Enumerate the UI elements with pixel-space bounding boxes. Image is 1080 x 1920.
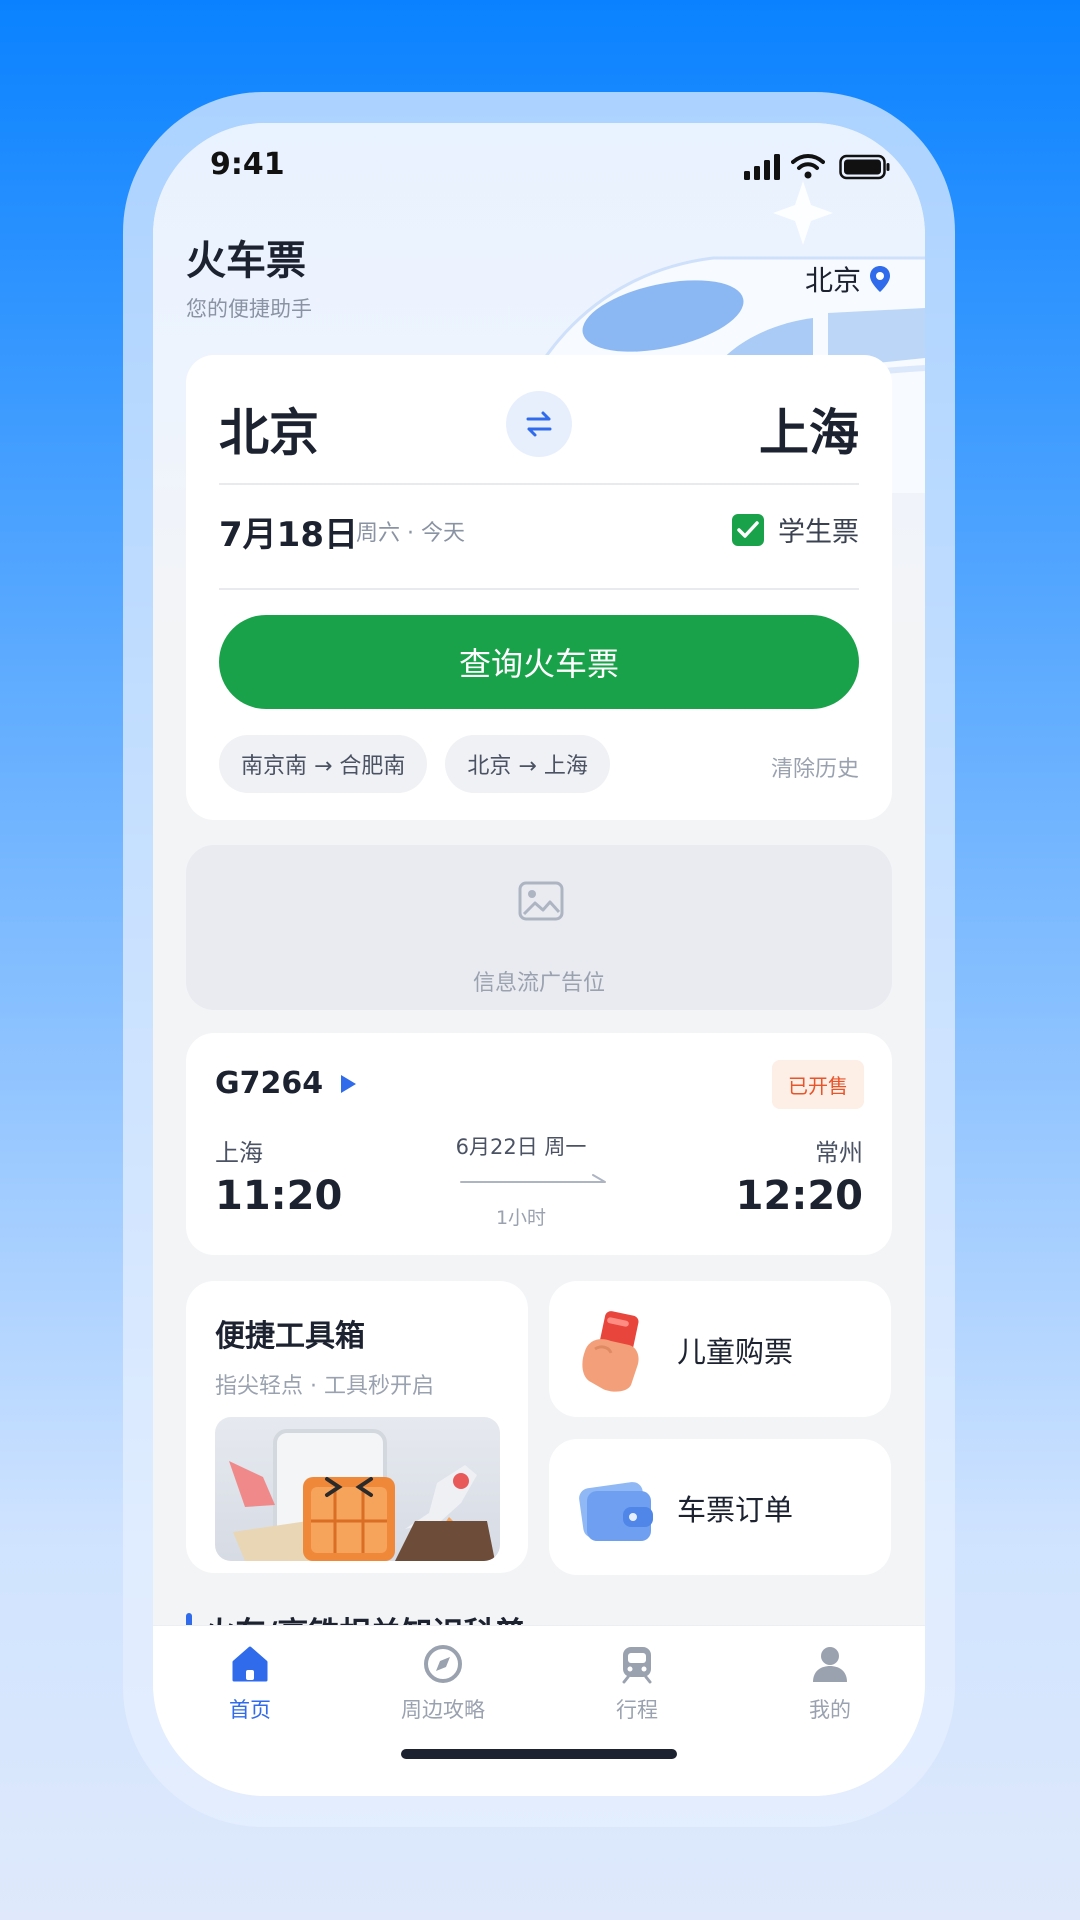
arrival-time: 12:20 (735, 1173, 863, 1219)
toolbox-art (229, 1429, 495, 1561)
tab-home[interactable]: 首页 (180, 1644, 320, 1724)
wifi-icon (791, 154, 825, 179)
wallet-icon (579, 1482, 653, 1541)
search-history: 南京南 → 合肥南 北京 → 上海 (219, 735, 610, 793)
student-ticket-toggle[interactable]: 学生票 (732, 510, 859, 549)
checkmark-icon (737, 520, 759, 538)
divider (219, 588, 859, 590)
toolbox-card[interactable]: 便捷工具箱 指尖轻点 · 工具秒开启 (186, 1281, 528, 1573)
trip-duration: 1小时 (495, 1207, 547, 1229)
page-title: 火车票 (186, 238, 306, 284)
sale-status-badge: 已开售 (772, 1060, 864, 1109)
tab-profile[interactable]: 我的 (760, 1644, 900, 1724)
user-icon (813, 1647, 847, 1682)
play-triangle-icon (341, 1074, 357, 1093)
kids-ticket-label: 儿童购票 (677, 1335, 794, 1369)
train-info-card[interactable]: G7264 已开售 上海 11:20 6月22日 周一 1小时 常州 12:20 (186, 1033, 892, 1255)
toolbox-title: 便捷工具箱 (215, 1319, 365, 1354)
tab-nearby-guide[interactable]: 周边攻略 (373, 1644, 513, 1724)
image-placeholder-icon (518, 881, 564, 921)
tab-trips[interactable]: 行程 (567, 1644, 707, 1724)
cellular-signal-icon (744, 154, 780, 180)
swap-arrows-icon (526, 411, 552, 437)
status-time: 9:41 (210, 147, 285, 182)
app-screen: 9:41 火车票 您的便捷助手 北京 北京 上海 7月18日 周六 · 今天 学… (153, 123, 925, 1796)
bottom-tab-bar: 首页 周边攻略 行程 我的 (153, 1625, 925, 1796)
battery-icon (839, 154, 890, 180)
student-ticket-label: 学生票 (778, 517, 859, 548)
train-number-label: G7264 (215, 1066, 324, 1101)
swap-cities-button[interactable] (506, 391, 572, 457)
history-chip[interactable]: 南京南 → 合肥南 (219, 735, 428, 793)
compass-icon (424, 1645, 462, 1683)
location-pin-icon (870, 266, 890, 292)
departure-station: 上海 (215, 1139, 263, 1167)
status-bar: 9:41 (153, 123, 925, 213)
tab-home-label: 首页 (229, 1698, 271, 1722)
kids-ticket-card[interactable]: 儿童购票 (549, 1281, 891, 1417)
tab-trips-label: 行程 (616, 1698, 658, 1722)
search-trains-button[interactable]: 查询火车票 (219, 615, 859, 709)
toolbox-illustration (215, 1417, 500, 1561)
travel-weekday: 周六 · 今天 (356, 521, 465, 546)
ad-placeholder[interactable]: 信息流广告位 (186, 845, 892, 1010)
train-icon (622, 1647, 652, 1684)
arrival-station: 常州 (815, 1139, 863, 1167)
home-indicator (401, 1749, 677, 1759)
ticket-orders-card[interactable]: 车票订单 (549, 1439, 891, 1575)
route-arrow-icon (460, 1174, 606, 1183)
page-subtitle: 您的便捷助手 (186, 297, 312, 321)
current-city-selector[interactable]: 北京 (805, 259, 891, 299)
ticket-hand-icon (582, 1311, 639, 1392)
ticket-orders-label: 车票订单 (677, 1493, 794, 1527)
ad-placeholder-label: 信息流广告位 (472, 971, 605, 996)
clear-history-button[interactable]: 清除历史 (771, 751, 859, 783)
train-number: G7264 (215, 1066, 357, 1101)
history-chip[interactable]: 北京 → 上海 (445, 735, 610, 793)
divider (219, 483, 859, 485)
arrival-city[interactable]: 上海 (759, 393, 859, 465)
ticket-search-card: 北京 上海 7月18日 周六 · 今天 学生票 查询火车票 南京南 → 合肥南 … (186, 355, 892, 820)
toolbox-subtitle: 指尖轻点 · 工具秒开启 (215, 1374, 434, 1399)
tab-nearby-guide-label: 周边攻略 (401, 1698, 485, 1722)
student-ticket-checkbox[interactable] (732, 513, 764, 546)
departure-city[interactable]: 北京 (219, 393, 319, 465)
home-icon (232, 1646, 268, 1682)
current-city-label: 北京 (804, 264, 861, 297)
travel-date[interactable]: 7月18日 (219, 507, 358, 556)
departure-time: 11:20 (215, 1173, 343, 1219)
tab-profile-label: 我的 (809, 1698, 851, 1722)
train-date: 6月22日 周一 (455, 1135, 587, 1159)
